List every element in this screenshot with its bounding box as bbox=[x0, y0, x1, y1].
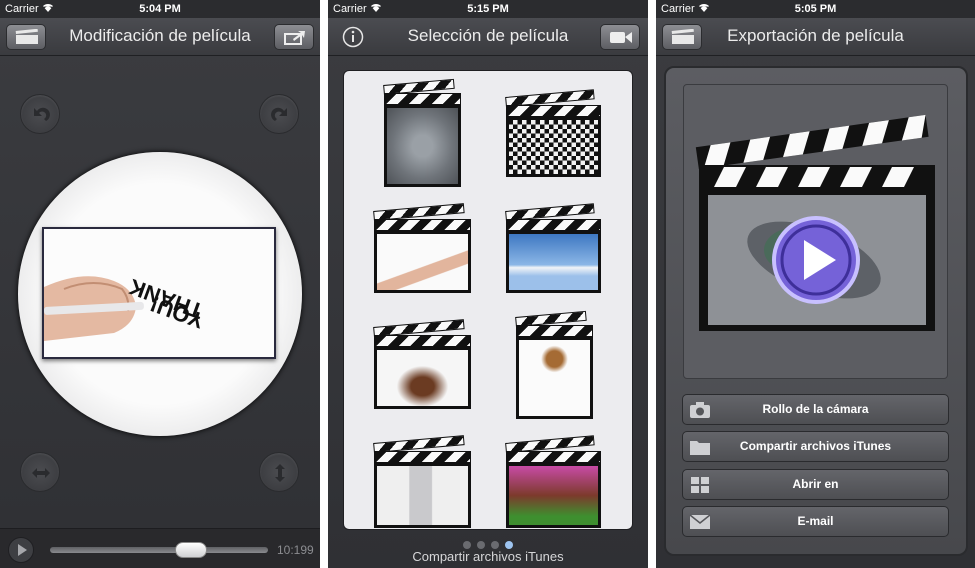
status-bar: Carrier 5:04 PM bbox=[0, 0, 320, 18]
play-button[interactable] bbox=[8, 537, 34, 563]
clapperboard-video-preview[interactable] bbox=[684, 85, 949, 380]
folder-icon bbox=[690, 441, 710, 455]
playback-bar: 10:199 bbox=[0, 528, 320, 568]
movie-edit-screen: Carrier 5:04 PM Modificación de película… bbox=[0, 0, 320, 568]
navigation-bar: Selección de película bbox=[328, 18, 648, 56]
itunes-sharing-button[interactable]: Compartir archivos iTunes bbox=[682, 431, 949, 462]
camera-icon bbox=[690, 402, 710, 418]
movie-clip-gopher[interactable] bbox=[505, 435, 601, 528]
movie-export-screen: Carrier 5:05 PM Exportación de película bbox=[656, 0, 975, 568]
video-thumbnail[interactable]: THANK YOU! bbox=[42, 227, 276, 359]
share-button[interactable] bbox=[274, 24, 314, 50]
page-indicator[interactable] bbox=[328, 536, 648, 549]
status-time: 5:04 PM bbox=[139, 3, 181, 15]
hand-drawing-image: THANK YOU! bbox=[44, 229, 274, 357]
movie-clip-drawing[interactable] bbox=[373, 203, 471, 293]
open-in-button[interactable]: Abrir en bbox=[682, 469, 949, 500]
envelope-icon bbox=[689, 514, 711, 529]
movie-clip-dog[interactable] bbox=[373, 319, 471, 409]
movie-clip-chess[interactable] bbox=[505, 89, 601, 177]
movie-clip-sky[interactable] bbox=[505, 203, 601, 293]
horizontal-arrows-icon bbox=[32, 468, 50, 478]
fit-vertical-button[interactable] bbox=[259, 452, 299, 492]
redo-icon bbox=[271, 107, 287, 121]
page-title: Modificación de película bbox=[69, 26, 251, 45]
page-dot[interactable] bbox=[491, 541, 499, 549]
page-title: Selección de película bbox=[407, 26, 569, 45]
playback-time: 10:199 bbox=[277, 543, 314, 557]
share-icon bbox=[284, 31, 305, 45]
page-title: Exportación de película bbox=[727, 26, 904, 45]
clapperboard-icon bbox=[671, 29, 694, 44]
redo-button[interactable] bbox=[259, 94, 299, 134]
open-in-label: Abrir en bbox=[792, 477, 839, 491]
status-bar: Carrier 5:15 PM bbox=[328, 0, 648, 18]
export-preview bbox=[683, 84, 948, 379]
status-bar: Carrier 5:05 PM bbox=[656, 0, 975, 18]
undo-icon bbox=[34, 107, 50, 121]
movie-clip-pigeon[interactable] bbox=[383, 78, 461, 187]
status-time: 5:15 PM bbox=[467, 3, 509, 15]
grid-icon bbox=[691, 477, 709, 493]
navigation-bar: Modificación de película bbox=[0, 18, 320, 56]
play-icon bbox=[18, 544, 27, 556]
page-dot-active[interactable] bbox=[505, 541, 513, 549]
timeline-slider[interactable] bbox=[50, 547, 268, 553]
movie-selection-screen: Carrier 5:15 PM Selección de película Co… bbox=[328, 0, 648, 568]
movie-clip-device[interactable] bbox=[373, 435, 471, 528]
camera-roll-button[interactable]: Rollo de la cámara bbox=[682, 394, 949, 425]
page-dot[interactable] bbox=[477, 541, 485, 549]
video-camera-icon bbox=[610, 32, 632, 43]
record-video-button[interactable] bbox=[600, 24, 640, 50]
itunes-sharing-label[interactable]: Compartir archivos iTunes bbox=[328, 549, 648, 564]
clapperboard-icon bbox=[15, 29, 38, 44]
status-time: 5:05 PM bbox=[794, 3, 837, 15]
info-icon[interactable] bbox=[342, 26, 364, 48]
email-label: E-mail bbox=[797, 514, 834, 528]
movie-clip-snail[interactable] bbox=[515, 310, 593, 419]
email-button[interactable]: E-mail bbox=[682, 506, 949, 537]
page-dot[interactable] bbox=[463, 541, 471, 549]
itunes-sharing-label: Compartir archivos iTunes bbox=[739, 439, 892, 453]
navigation-bar: Exportación de película bbox=[656, 18, 975, 56]
camera-roll-label: Rollo de la cámara bbox=[762, 402, 869, 416]
vertical-arrows-icon bbox=[275, 464, 285, 482]
movie-gallery bbox=[343, 70, 633, 530]
timeline-thumb[interactable] bbox=[174, 542, 207, 558]
undo-button[interactable] bbox=[20, 94, 60, 134]
fit-horizontal-button[interactable] bbox=[20, 452, 60, 492]
